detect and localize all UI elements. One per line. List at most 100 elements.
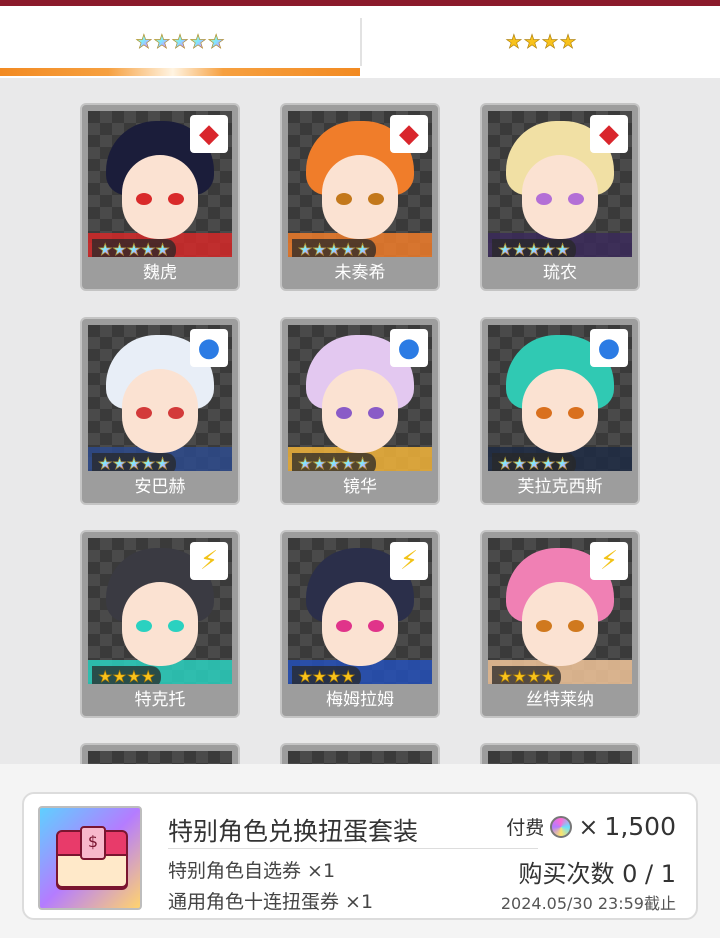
package-title: 特别角色兑换扭蛋套装 [168, 817, 419, 846]
star-icon: ★ [541, 30, 559, 53]
character-card[interactable]: ● ★ ★ ★ ★ ★ 芙拉克西斯 [480, 317, 640, 505]
character-card[interactable]: ● ★ ★ ★ ★ ★ 镜华 [280, 317, 440, 505]
star-icon: ★ [498, 240, 513, 257]
character-card-partial[interactable] [480, 743, 640, 764]
character-portrait: ● ★ ★ ★ ★ ★ [288, 325, 432, 471]
star-icon: ★ [98, 240, 113, 257]
portrait-eye [136, 407, 152, 419]
star-icon: ★ [126, 667, 142, 684]
star-icon: ★ [541, 454, 556, 471]
star-icon: ★ [312, 240, 327, 257]
price-amount: 1,500 [604, 812, 676, 841]
rarity-stars: ★ ★ ★ ★ ★ [92, 453, 176, 471]
character-portrait: ◆ ★ ★ ★ ★ ★ [288, 111, 432, 257]
red-diamond-icon: ◆ [590, 115, 628, 153]
star-icon: ★ [526, 667, 542, 684]
character-name: 魏虎 [143, 263, 177, 283]
character-card[interactable]: ◆ ★ ★ ★ ★ ★ 魏虎 [80, 103, 240, 291]
star-icon: ★ [505, 30, 523, 53]
character-name: 镜华 [343, 477, 377, 497]
character-grid: ◆ ★ ★ ★ ★ ★ 魏虎 ◆ ★ ★ ★ ★ ★ 未奏希 ◆ ★ ★ ★ ★ ★ 琉农 ● ★ ★ ★ ★ ★ 安巴赫 ● ★ ★ ★ ★ ★… [0, 78, 720, 764]
character-name: 琉农 [543, 263, 577, 283]
tab-four-star-stars: ★ ★ ★ ★ [505, 30, 577, 53]
star-icon: ★ [298, 667, 313, 684]
star-icon: ★ [512, 454, 527, 471]
rarity-stars: ★ ★ ★ ★ [92, 666, 162, 684]
purchase-deadline: 2024.05/30 23:59截止 [500, 894, 676, 913]
character-card[interactable]: ⚡ ★ ★ ★ ★ 丝特莱纳 [480, 530, 640, 718]
times-sign: × [578, 812, 599, 841]
star-icon: ★ [126, 240, 142, 257]
character-card[interactable]: ⚡ ★ ★ ★ ★ 特克托 [80, 530, 240, 718]
star-icon: ★ [341, 454, 356, 471]
star-icon: ★ [355, 240, 370, 257]
star-icon: ★ [312, 454, 327, 471]
portrait-eye [568, 193, 584, 205]
yellow-lightning-icon: ⚡ [590, 542, 628, 580]
rarity-stars: ★ ★ ★ ★ [492, 666, 562, 684]
portrait-eye [536, 193, 552, 205]
star-icon: ★ [155, 454, 170, 471]
star-icon: ★ [112, 454, 127, 471]
character-card[interactable]: ⚡ ★ ★ ★ ★ 梅姆拉姆 [280, 530, 440, 718]
star-icon: ★ [155, 240, 170, 257]
character-name: 丝特莱纳 [526, 690, 594, 710]
character-name: 未奏希 [334, 263, 386, 283]
star-icon: ★ [512, 240, 527, 257]
character-name: 安巴赫 [134, 477, 186, 497]
rarity-stars: ★ ★ ★ ★ ★ [492, 239, 576, 257]
star-icon: ★ [189, 30, 207, 53]
rarity-stars: ★ ★ ★ ★ ★ [292, 239, 376, 257]
portrait-eye [536, 620, 552, 632]
star-icon: ★ [526, 454, 542, 471]
blue-circle-icon: ● [390, 329, 428, 367]
character-card[interactable]: ◆ ★ ★ ★ ★ ★ 未奏希 [280, 103, 440, 291]
character-name: 芙拉克西斯 [517, 477, 603, 497]
envelope-seal-icon: $ [80, 826, 106, 860]
portrait-eye [536, 407, 552, 419]
character-portrait: ⚡ ★ ★ ★ ★ [88, 538, 232, 684]
portrait-face [122, 582, 198, 666]
rarity-stars: ★ ★ ★ ★ ★ [492, 453, 576, 471]
portrait-eye [168, 407, 184, 419]
star-icon: ★ [98, 454, 113, 471]
star-icon: ★ [135, 30, 153, 53]
character-name: 特克托 [134, 690, 186, 710]
character-portrait: ⚡ ★ ★ ★ ★ [488, 538, 632, 684]
star-icon: ★ [555, 454, 570, 471]
character-card-partial[interactable] [80, 743, 240, 764]
star-icon: ★ [541, 667, 556, 684]
package-item-ten-pull-ticket: 通用角色十连扭蛋券 ×1 [168, 891, 374, 913]
portrait-face [522, 155, 598, 239]
character-portrait: ◆ ★ ★ ★ ★ ★ [88, 111, 232, 257]
star-icon: ★ [555, 240, 570, 257]
star-icon: ★ [523, 30, 541, 53]
character-card-partial[interactable] [280, 743, 440, 764]
portrait-eye [368, 620, 384, 632]
star-icon: ★ [312, 667, 327, 684]
star-icon: ★ [112, 667, 127, 684]
paid-label: 付费 [506, 817, 545, 839]
portrait-eye [336, 407, 352, 419]
portrait-eye [336, 193, 352, 205]
star-icon: ★ [153, 30, 171, 53]
portrait-eye [136, 620, 152, 632]
star-icon: ★ [98, 667, 113, 684]
gacha-package-panel[interactable]: $ 特别角色兑换扭蛋套装 特别角色自选券 ×1 通用角色十连扭蛋券 ×1 付费 … [22, 792, 698, 920]
portrait-face [322, 582, 398, 666]
portrait-face [322, 369, 398, 453]
star-icon: ★ [498, 454, 513, 471]
portrait-eye [568, 620, 584, 632]
character-card[interactable]: ● ★ ★ ★ ★ ★ 安巴赫 [80, 317, 240, 505]
portrait-eye [136, 193, 152, 205]
tab-four-star[interactable]: ★ ★ ★ ★ [362, 6, 720, 78]
star-icon: ★ [112, 240, 127, 257]
star-icon: ★ [141, 240, 156, 257]
character-portrait: ◆ ★ ★ ★ ★ ★ [488, 111, 632, 257]
character-portrait [288, 751, 432, 764]
star-icon: ★ [326, 667, 342, 684]
character-card[interactable]: ◆ ★ ★ ★ ★ ★ 琉农 [480, 103, 640, 291]
character-portrait: ● ★ ★ ★ ★ ★ [488, 325, 632, 471]
portrait-eye [568, 407, 584, 419]
portrait-eye [368, 193, 384, 205]
